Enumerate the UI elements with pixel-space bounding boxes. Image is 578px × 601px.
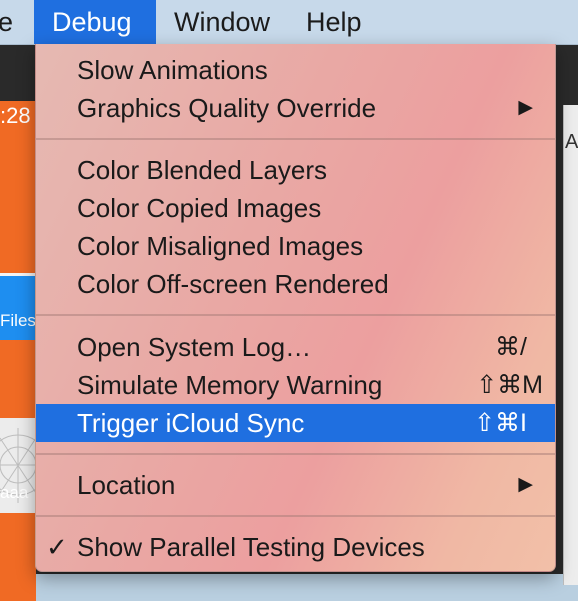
menu-bar: e Debug Window Help: [0, 0, 578, 45]
aaa-fragment: aaa: [0, 483, 29, 502]
debug-menu: Slow Animations Graphics Quality Overrid…: [35, 44, 556, 572]
menu-item-label: Slow Animations: [77, 55, 268, 85]
menu-item-label: Color Blended Layers: [77, 155, 328, 185]
checkmark-icon: ✓: [46, 532, 68, 562]
menu-item-label: Location: [77, 470, 176, 500]
menu-item-color-copied-images[interactable]: Color Copied Images: [36, 189, 555, 227]
menu-separator: [36, 314, 555, 316]
menu-item-label: Trigger iCloud Sync: [77, 408, 305, 438]
menu-item-label: Graphics Quality Override: [77, 93, 377, 123]
adjacent-window-edge: A: [563, 105, 578, 585]
menu-bar-item-file[interactable]: e: [0, 0, 34, 44]
menu-item-show-parallel-testing-devices[interactable]: ✓ Show Parallel Testing Devices: [36, 528, 555, 566]
shortcut-label: ⌘/: [495, 333, 527, 361]
menu-item-open-system-log[interactable]: Open System Log… ⌘/: [36, 328, 555, 366]
menu-item-slow-animations[interactable]: Slow Animations: [36, 51, 555, 89]
menu-item-label: Open System Log…: [77, 332, 312, 362]
menu-item-color-blended-layers[interactable]: Color Blended Layers: [36, 151, 555, 189]
menu-item-location[interactable]: Location ▶: [36, 466, 555, 504]
submenu-arrow-icon: ▶: [518, 474, 533, 495]
menu-bar-item-window[interactable]: Window: [156, 0, 288, 44]
menu-bar-item-help[interactable]: Help: [288, 0, 380, 44]
menu-item-graphics-quality-override[interactable]: Graphics Quality Override ▶: [36, 89, 555, 127]
menu-item-color-off-screen-rendered[interactable]: Color Off-screen Rendered: [36, 265, 555, 303]
menu-item-simulate-memory-warning[interactable]: Simulate Memory Warning ⇧⌘M: [36, 366, 555, 404]
menu-item-label: Color Copied Images: [77, 193, 322, 223]
menu-separator: [36, 453, 555, 455]
menu-item-label: Simulate Memory Warning: [77, 370, 383, 400]
menu-separator: [36, 138, 555, 140]
clock-fragment: :28: [0, 103, 31, 128]
edge-char: A: [565, 131, 578, 153]
files-fragment: Files: [0, 311, 36, 330]
menu-item-label: Color Off-screen Rendered: [77, 269, 389, 299]
menu-item-label: Color Misaligned Images: [77, 231, 364, 261]
submenu-arrow-icon: ▶: [518, 97, 533, 118]
menu-item-color-misaligned-images[interactable]: Color Misaligned Images: [36, 227, 555, 265]
shortcut-label: ⇧⌘M: [476, 371, 543, 399]
menu-bar-item-debug[interactable]: Debug: [34, 0, 156, 44]
shortcut-label: ⇧⌘I: [474, 409, 527, 437]
menu-separator: [36, 515, 555, 517]
simulator-screen: [0, 101, 36, 601]
menu-item-label: Show Parallel Testing Devices: [77, 532, 425, 562]
menu-item-trigger-icloud-sync[interactable]: Trigger iCloud Sync ⇧⌘I: [36, 404, 555, 442]
